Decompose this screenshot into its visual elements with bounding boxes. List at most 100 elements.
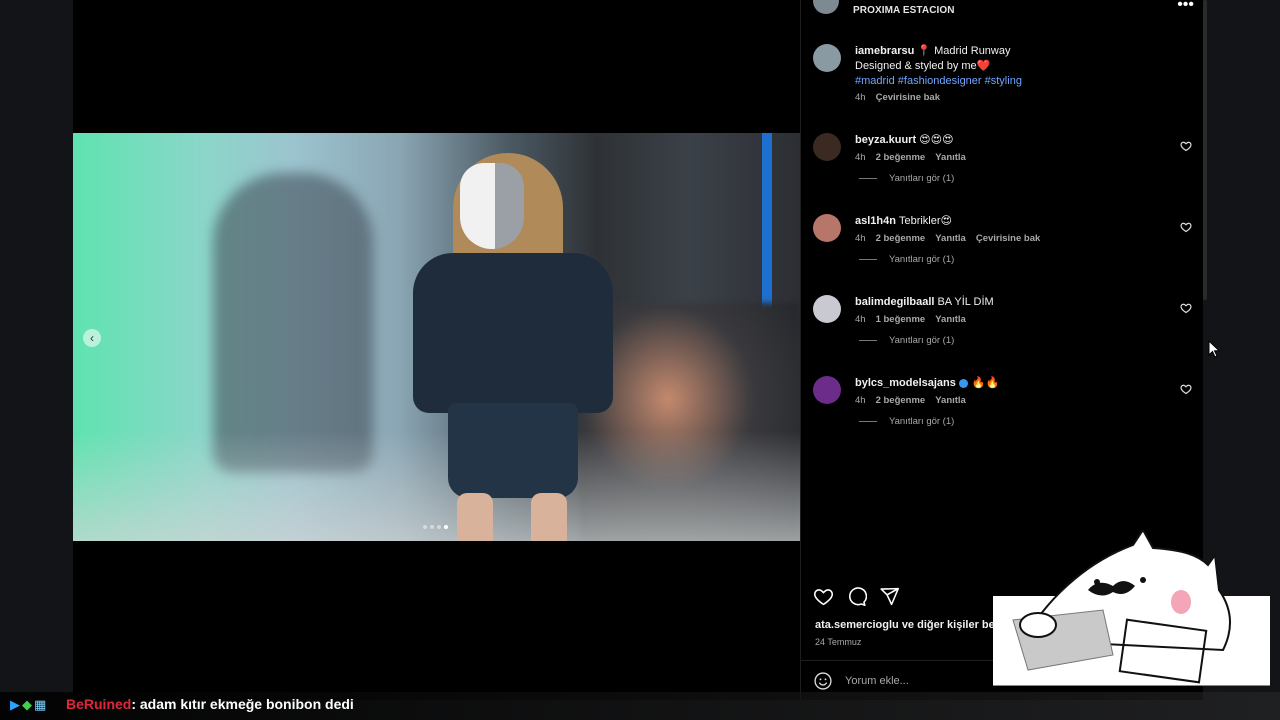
badge-icon: ◆ (22, 697, 34, 712)
comment-row: bylcs_modelsajans 🔥🔥 4h 2 beğenme Yanıtla Yan… (801, 368, 1204, 449)
emoji-icon[interactable] (813, 671, 833, 691)
post-header: PROXIMA ESTACION ••• (801, 0, 1204, 22)
mouse-cursor-icon (1208, 340, 1220, 358)
comment-text: 😍😍😍 (919, 134, 954, 146)
comment-row: beyza.kuurt 😍😍😍 4h 2 beğenme Yanıtla Yanıtlar… (801, 125, 1204, 206)
post-media: ‹ (73, 0, 800, 700)
commenter-username[interactable]: bylcs_modelsajans (855, 377, 956, 389)
more-options-icon[interactable]: ••• (1177, 0, 1194, 14)
comment-likes[interactable]: 1 beğenme (876, 314, 926, 325)
caption-line2: Designed & styled by me❤️ (855, 60, 991, 72)
comment-meta: 4h 1 beğenme Yanıtla (855, 314, 1175, 325)
commenter-username[interactable]: asl1h4n (855, 215, 896, 227)
commenter-username[interactable]: beyza.kuurt (855, 134, 916, 146)
comment-body: bylcs_modelsajans 🔥🔥 4h 2 beğenme Yanıtla (855, 376, 1175, 406)
comment-likes[interactable]: 2 beğenme (876, 152, 926, 163)
like-heart-icon[interactable] (813, 586, 834, 607)
commenter-avatar[interactable] (813, 376, 841, 404)
replies-divider (859, 421, 877, 422)
caption-meta: 4h Çevirisine bak (855, 92, 1175, 103)
verified-badge-icon (958, 378, 968, 388)
model-leg (531, 493, 567, 541)
caption-avatar[interactable] (813, 44, 841, 72)
comment-meta: 4h 2 beğenme Yanıtla (855, 152, 1175, 163)
screen: ‹ PROXIMA ESTACION ••• iamebrarsu 📍 Madr… (0, 0, 1280, 720)
carousel-dot-active (444, 525, 448, 529)
view-replies-label[interactable]: Yanıtları gör (1) (889, 173, 954, 184)
comment-time[interactable]: 4h (855, 395, 866, 406)
header-subtitle[interactable]: PROXIMA ESTACION (853, 5, 955, 16)
author-avatar[interactable] (813, 0, 839, 14)
background-model (213, 173, 373, 473)
chat-message: BeRuined: adam kıtır ekmeğe bonibon dedi (66, 696, 354, 712)
view-replies-label[interactable]: Yanıtları gör (1) (889, 254, 954, 265)
caption-time[interactable]: 4h (855, 92, 866, 103)
comment-meta: 4h 2 beğenme Yanıtla (855, 395, 1175, 406)
chat-username: BeRuined (66, 696, 132, 712)
comment-text: 🔥🔥 (971, 377, 1000, 389)
commenter-username[interactable]: balimdegilbaall (855, 296, 934, 308)
commenter-avatar[interactable] (813, 133, 841, 161)
panel-scrollbar[interactable] (1203, 0, 1207, 300)
caption-row: iamebrarsu 📍 Madrid Runway Designed & sty… (801, 36, 1204, 125)
comment-like-heart-icon[interactable] (1180, 220, 1192, 233)
view-replies-link[interactable]: Yanıtları gör (1) (859, 335, 954, 346)
likes-summary[interactable]: ata.semercioglu ve diğer kişiler beğ (815, 619, 1001, 631)
badge-icon: ▦ (34, 697, 49, 712)
commenter-avatar[interactable] (813, 295, 841, 323)
replies-divider (859, 259, 877, 260)
view-replies-link[interactable]: Yanıtları gör (1) (859, 254, 954, 265)
comment-like-heart-icon[interactable] (1180, 382, 1192, 395)
carousel-dot (430, 525, 434, 529)
comment-like-heart-icon[interactable] (1180, 301, 1192, 314)
comment-body: beyza.kuurt 😍😍😍 4h 2 beğenme Yanıtla (855, 133, 1175, 163)
comment-body: balimdegilbaall BA YİL DİM 4h 1 beğenme Yanı… (855, 295, 1175, 325)
view-replies-label[interactable]: Yanıtları gör (1) (889, 416, 954, 427)
badge-icon: ▶ (10, 697, 22, 712)
caption-hashtags[interactable]: #madrid #fashiondesigner #styling (855, 74, 1175, 88)
comment-likes[interactable]: 2 beğenme (876, 395, 926, 406)
reply-link[interactable]: Yanıtla (935, 314, 966, 325)
caption-username[interactable]: iamebrarsu (855, 45, 914, 57)
model-leg (457, 493, 493, 541)
face-mask (460, 163, 524, 249)
view-replies-label[interactable]: Yanıtları gör (1) (889, 335, 954, 346)
chat-badges: ▶◆▦ (10, 697, 48, 713)
comment-time[interactable]: 4h (855, 233, 866, 244)
reply-link[interactable]: Yanıtla (935, 395, 966, 406)
caption-line1: 📍 Madrid Runway (917, 45, 1011, 57)
carousel-dots (423, 525, 448, 529)
replies-divider (859, 178, 877, 179)
comment-like-heart-icon[interactable] (1180, 139, 1192, 152)
share-icon[interactable] (879, 586, 900, 607)
comment-time[interactable]: 4h (855, 314, 866, 325)
carousel-dot (423, 525, 427, 529)
carousel-dot (437, 525, 441, 529)
denim-shorts (448, 403, 578, 498)
comment-body: asl1h4n Tebrikler😍 4h 2 beğenme Yanıtla Çevir… (855, 214, 1175, 244)
comment-icon[interactable] (846, 586, 867, 607)
comment-meta: 4h 2 beğenme Yanıtla Çevirisine bak (855, 233, 1175, 244)
comment-row: asl1h4n Tebrikler😍 4h 2 beğenme Yanıtla Çevir… (801, 206, 1204, 287)
post-date[interactable]: 24 Temmuz (815, 637, 861, 647)
carousel-prev-button[interactable]: ‹ (83, 329, 101, 347)
comment-time[interactable]: 4h (855, 152, 866, 163)
view-replies-link[interactable]: Yanıtları gör (1) (859, 173, 954, 184)
chat-text: : adam kıtır ekmeğe bonibon dedi (131, 696, 354, 712)
comments-list: iamebrarsu 📍 Madrid Runway Designed & sty… (801, 36, 1204, 449)
view-replies-link[interactable]: Yanıtları gör (1) (859, 416, 954, 427)
reply-link[interactable]: Yanıtla (935, 152, 966, 163)
comment-row: balimdegilbaall BA YİL DİM 4h 1 beğenme Yanı… (801, 287, 1204, 368)
reply-link[interactable]: Yanıtla (935, 233, 966, 244)
caption-body: iamebrarsu 📍 Madrid Runway Designed & sty… (855, 44, 1175, 103)
runway-model (393, 153, 613, 541)
bongo-cat-overlay (993, 530, 1270, 686)
denim-jacket (413, 253, 613, 413)
runway-photo[interactable]: ‹ (73, 133, 800, 541)
action-bar (813, 586, 900, 607)
comment-text: BA YİL DİM (937, 296, 994, 308)
translate-link[interactable]: Çevirisine bak (976, 233, 1040, 244)
translate-link[interactable]: Çevirisine bak (876, 92, 940, 103)
comment-likes[interactable]: 2 beğenme (876, 233, 926, 244)
commenter-avatar[interactable] (813, 214, 841, 242)
